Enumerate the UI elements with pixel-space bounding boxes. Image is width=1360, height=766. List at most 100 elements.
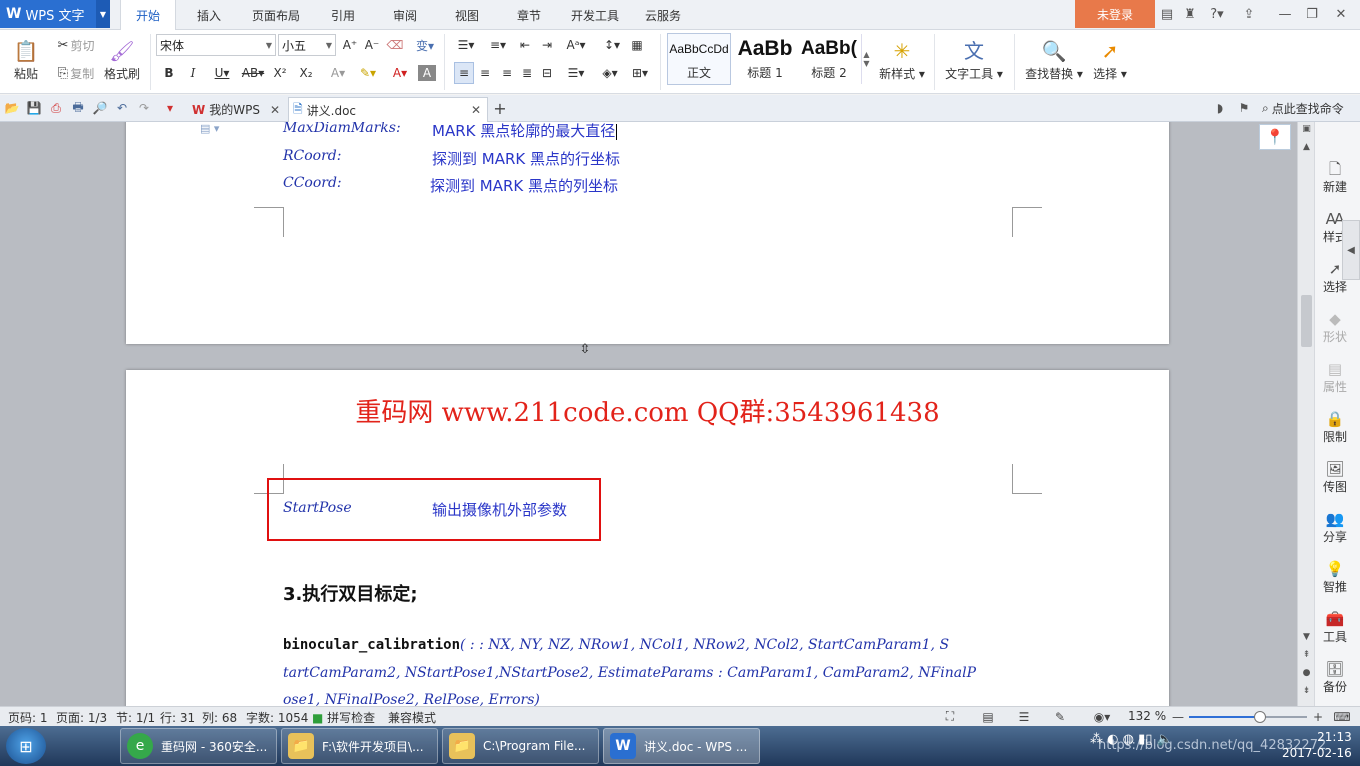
subscript-icon[interactable]: X₂ xyxy=(296,62,316,84)
save-icon[interactable]: 💾 xyxy=(26,100,42,116)
tab-home[interactable]: 开始 xyxy=(120,0,176,31)
eye-protect-icon[interactable]: ◉▾ xyxy=(1090,709,1114,724)
paste-button[interactable]: 📋 粘贴 xyxy=(6,34,46,86)
grow-font-icon[interactable]: A⁺ xyxy=(340,34,360,56)
cut-button[interactable]: ✂ 剪切 xyxy=(52,34,100,56)
scroll-up-icon[interactable]: ▲ xyxy=(1298,142,1315,152)
minimize-icon[interactable]: — xyxy=(1276,5,1294,23)
restore-ribbon-icon[interactable]: ⇪ xyxy=(1240,5,1258,23)
find-replace-button[interactable]: 🔍 查找替换 ▾ xyxy=(1022,34,1086,86)
customize-quick-access-icon[interactable]: ▾ xyxy=(162,100,178,116)
sort-icon[interactable]: ↕▾ xyxy=(598,34,626,56)
taskbar-item-explorer-1[interactable]: 📁 F:\软件开发项目\... xyxy=(281,728,438,764)
superscript-icon[interactable]: X² xyxy=(270,62,290,84)
align-left-icon[interactable]: ≡ xyxy=(454,62,474,84)
page-gap-handle-icon[interactable]: ⇳ xyxy=(576,342,594,358)
doc-b-icon[interactable]: ◗ xyxy=(1212,100,1228,116)
print-preview-icon[interactable]: 🔎 xyxy=(92,100,108,116)
style-heading-2[interactable]: AaBb( 标题 2 xyxy=(797,33,861,85)
taskbar-item-wps[interactable]: W 讲义.doc - WPS ... xyxy=(603,728,760,764)
tab-page-layout[interactable]: 页面布局 xyxy=(246,0,306,30)
tab-cloud[interactable]: 云服务 xyxy=(640,0,686,30)
strikethrough-icon[interactable]: AB▾ xyxy=(238,62,268,84)
close-icon[interactable]: ✕ xyxy=(1332,5,1350,23)
taskbar-item-browser[interactable]: e 重码网 - 360安全... xyxy=(120,728,277,764)
side-backup-button[interactable]: 🗄 备份 xyxy=(1315,660,1355,695)
style-heading-1[interactable]: AaBb 标题 1 xyxy=(733,33,797,85)
spell-check-toggle[interactable]: ■ 拼写检查 xyxy=(312,709,375,726)
copy-button[interactable]: ⎘ 复制 xyxy=(52,62,100,84)
distribute-icon[interactable]: ⊟ xyxy=(538,62,556,84)
tab-review[interactable]: 审阅 xyxy=(384,0,426,30)
tab-insert[interactable]: 插入 xyxy=(186,0,232,30)
outline-view-icon[interactable]: ☰ xyxy=(1016,709,1032,724)
full-screen-icon[interactable]: ⛶ xyxy=(942,709,958,724)
underline-icon[interactable]: U▾ xyxy=(208,62,236,84)
close-tab-icon[interactable]: ✕ xyxy=(270,103,280,117)
chevron-down-icon[interactable]: ▼ xyxy=(96,0,110,28)
scroll-top-icon[interactable]: ▣ xyxy=(1298,124,1315,134)
zoom-level[interactable]: 132 % xyxy=(1128,709,1166,723)
style-normal[interactable]: AaBbCcDd 正文 xyxy=(667,33,731,85)
side-share-button[interactable]: 👥 分享 xyxy=(1315,510,1355,545)
text-effect-icon[interactable]: A▾ xyxy=(326,62,350,84)
decrease-indent-icon[interactable]: ⇤ xyxy=(516,34,534,56)
document-canvas[interactable]: ▤ ▾ MaxDiamMarks: MARK 黑点轮廓的最大直径 RCoord:… xyxy=(0,122,1297,706)
zoom-slider-knob[interactable] xyxy=(1253,711,1266,723)
keyboard-icon[interactable]: ⌨ xyxy=(1328,709,1356,724)
paragraph-shading-icon[interactable]: ◈▾ xyxy=(596,62,624,84)
phonetic-icon[interactable]: 变▾ xyxy=(410,34,440,56)
select-button[interactable]: ➚ 选择 ▾ xyxy=(1090,34,1130,86)
borders-icon[interactable]: ⊞▾ xyxy=(626,62,654,84)
table-icon[interactable]: ▦ xyxy=(628,34,646,56)
collapse-panel-icon[interactable]: ◀ xyxy=(1342,220,1360,280)
shrink-font-icon[interactable]: A⁻ xyxy=(362,34,382,56)
redo-icon[interactable]: ↷ xyxy=(136,100,152,116)
zoom-in-icon[interactable]: + xyxy=(1310,709,1326,724)
system-clock[interactable]: 21:13 2017-02-16 xyxy=(1282,729,1352,761)
zoom-slider[interactable] xyxy=(1189,711,1307,723)
scrollbar-thumb[interactable] xyxy=(1301,295,1312,347)
zoom-out-icon[interactable]: — xyxy=(1170,709,1186,724)
font-name-select[interactable]: 宋体 ▼ xyxy=(156,34,276,56)
line-spacing-icon[interactable]: ☰▾ xyxy=(562,62,590,84)
tab-references[interactable]: 引用 xyxy=(322,0,364,30)
align-right-icon[interactable]: ≡ xyxy=(498,62,516,84)
tab-developer[interactable]: 开发工具 xyxy=(566,0,624,30)
taskbar-item-explorer-2[interactable]: 📁 C:\Program File... xyxy=(442,728,599,764)
tab-document[interactable]: 🗎 讲义.doc ✕ xyxy=(288,97,488,122)
document-page[interactable]: 重码网 www.211code.com QQ群:3543961438 Start… xyxy=(126,370,1169,706)
undo-icon[interactable]: ↶ xyxy=(114,100,130,116)
align-center-icon[interactable]: ≡ xyxy=(476,62,494,84)
side-new-button[interactable]: 🗋 新建 xyxy=(1315,160,1355,195)
login-button[interactable]: 未登录 xyxy=(1075,0,1155,28)
new-style-button[interactable]: ✳ 新样式 ▾ xyxy=(876,34,928,86)
bullets-icon[interactable]: ☰▾ xyxy=(452,34,480,56)
change-case-icon[interactable]: Aᵃ▾ xyxy=(562,34,590,56)
document-page[interactable]: ▤ ▾ MaxDiamMarks: MARK 黑点轮廓的最大直径 RCoord:… xyxy=(126,122,1169,344)
char-shading-icon[interactable]: A xyxy=(418,65,436,81)
bold-icon[interactable]: B xyxy=(160,62,178,84)
new-tab-icon[interactable]: + xyxy=(492,99,508,118)
format-painter-button[interactable]: 🖌 格式刷 xyxy=(102,34,142,86)
tab-chapter[interactable]: 章节 xyxy=(508,0,550,30)
search-command-box[interactable]: ⌕ 点此查找命令 xyxy=(1262,98,1344,118)
justify-icon[interactable]: ≣ xyxy=(518,62,536,84)
export-pdf-icon[interactable]: ⎙ xyxy=(48,100,64,116)
side-recommend-button[interactable]: 💡 智推 xyxy=(1315,560,1355,595)
font-color-icon[interactable]: A▾ xyxy=(386,62,414,84)
help-icon[interactable]: ?▾ xyxy=(1206,5,1228,23)
styles-scroll[interactable]: ▲ ▼ xyxy=(861,34,871,84)
text-tools-button[interactable]: 文 文字工具 ▾ xyxy=(942,34,1006,86)
tab-my-wps[interactable]: W 我的WPS ✕ xyxy=(186,97,286,122)
close-tab-icon[interactable]: ✕ xyxy=(471,103,481,117)
start-button-icon[interactable]: ⊞ xyxy=(6,728,46,764)
side-restrict-button[interactable]: 🔒 限制 xyxy=(1315,410,1355,445)
tab-view[interactable]: 视图 xyxy=(446,0,488,30)
side-shape-button[interactable]: ◆ 形状 xyxy=(1315,310,1355,345)
app-menu-button[interactable]: W WPS 文字 ▼ xyxy=(0,0,110,28)
side-tools-button[interactable]: 🧰 工具 xyxy=(1315,610,1355,645)
increase-indent-icon[interactable]: ⇥ xyxy=(538,34,556,56)
shirt-icon[interactable]: ♜ xyxy=(1181,5,1199,23)
scroll-down-icon[interactable]: ▼ xyxy=(1298,632,1315,642)
